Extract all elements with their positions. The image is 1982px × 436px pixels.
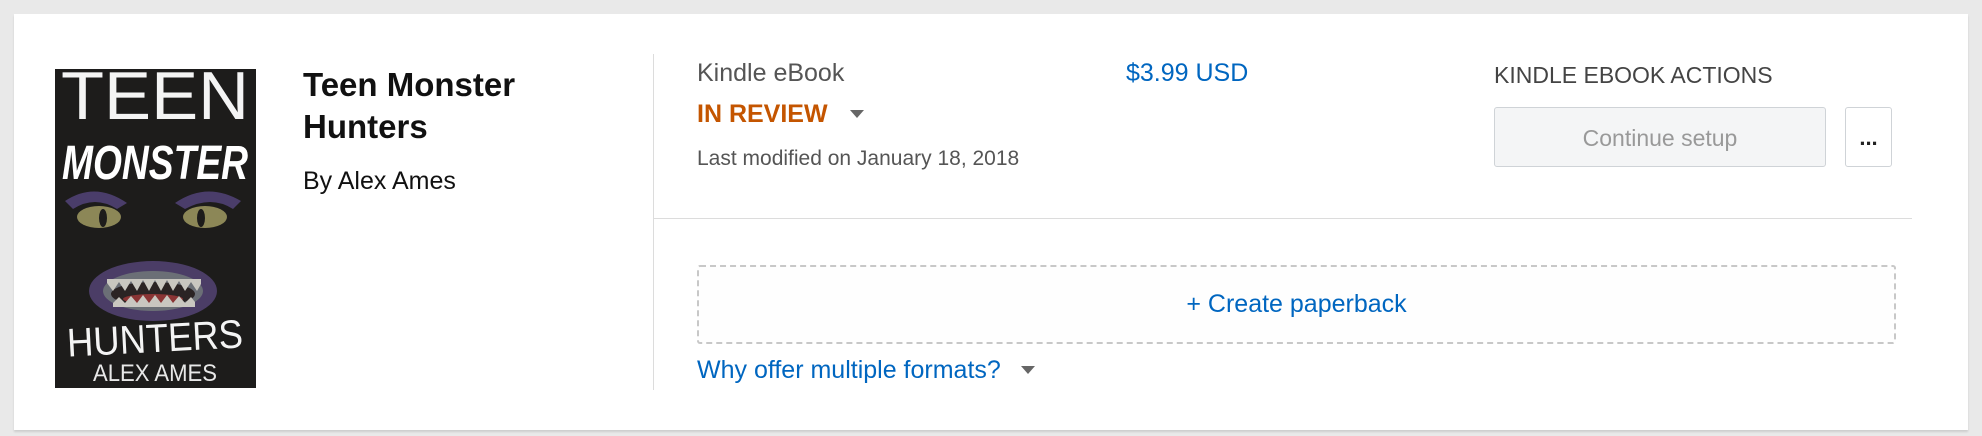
cover-title-line3: HUNTERS [66,312,244,365]
why-multiple-formats-link[interactable]: Why offer multiple formats? [697,355,1035,385]
caret-down-icon [849,110,864,118]
create-paperback-button[interactable]: + Create paperback [697,265,1896,344]
cover-author: ALEX AMES [93,360,217,387]
status-label: IN REVIEW [697,100,828,128]
book-author: By Alex Ames [303,167,456,195]
book-cover-image[interactable]: TEEN MONSTER HUNTERS ALEX AMES [55,69,256,388]
status-dropdown[interactable]: IN REVIEW [697,99,864,129]
why-multiple-formats-label: Why offer multiple formats? [697,356,1001,384]
last-modified-text: Last modified on January 18, 2018 [697,147,1020,170]
horizontal-divider [654,218,1912,219]
price-link[interactable]: $3.99 USD [1126,58,1248,88]
actions-heading: KINDLE EBOOK ACTIONS [1494,62,1773,88]
vertical-divider [653,54,654,390]
continue-setup-button[interactable]: Continue setup [1494,107,1826,167]
more-actions-button[interactable]: ... [1845,107,1892,167]
book-card: TEEN MONSTER HUNTERS ALEX AMES Teen Mons… [14,14,1968,430]
cover-title-line2: MONSTER [62,137,248,190]
cover-title-line1: TEEN [61,69,249,134]
format-label: Kindle eBook [697,59,845,87]
caret-down-icon [1020,366,1035,374]
book-title[interactable]: Teen Monster Hunters [303,64,573,148]
